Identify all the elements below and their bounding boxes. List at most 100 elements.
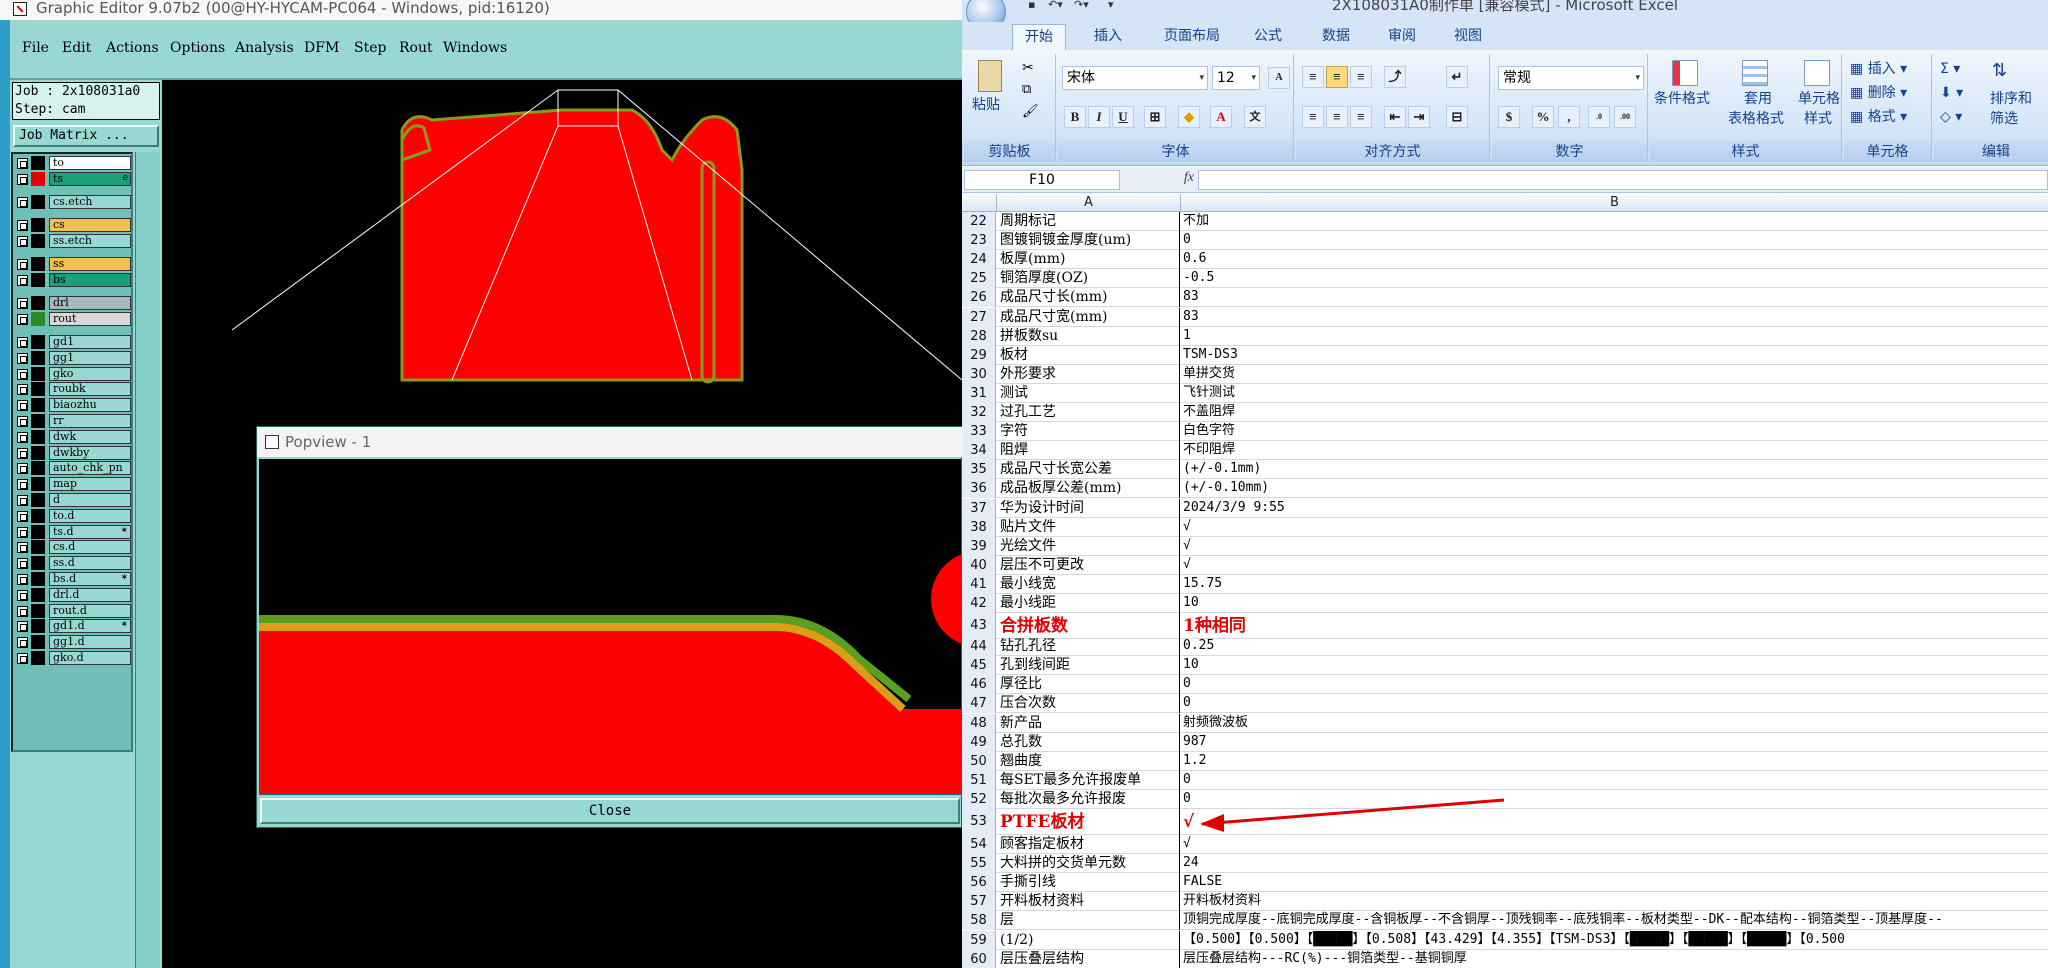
cell-b[interactable]: (+/-0.1mm) — [1181, 460, 2048, 479]
layer-row-dwkby[interactable]: dwkby — [15, 445, 131, 460]
layer-name[interactable]: rout.d — [49, 603, 131, 618]
conditional-format-icon[interactable] — [1672, 60, 1698, 86]
number-format-select[interactable]: 常规 ▾ — [1498, 66, 1644, 90]
layer-checkbox[interactable] — [17, 416, 28, 427]
layer-name[interactable]: ts — [49, 172, 131, 186]
layer-color-swatch[interactable] — [31, 195, 45, 209]
row-number[interactable]: 36 — [962, 479, 996, 499]
decrease-indent-icon[interactable]: ⇤ — [1384, 106, 1406, 128]
layer-row-auto-chk-pn[interactable]: auto_chk_pn — [15, 461, 131, 476]
layer-name[interactable]: auto_chk_pn — [49, 461, 131, 476]
row-number[interactable]: 52 — [962, 789, 996, 809]
layer-color-swatch[interactable] — [31, 651, 45, 665]
clear-icon[interactable]: ◇ ▾ — [1940, 108, 1962, 126]
layer-color-swatch[interactable] — [31, 477, 45, 492]
layer-row-ss-etch[interactable]: ss.etch — [15, 234, 131, 248]
cell-b[interactable]: 【0.500】【0.500】【█████】【0.508】【43.429】【4.3… — [1181, 931, 2048, 950]
cell-a[interactable]: 层压不可更改 — [997, 555, 1180, 575]
layer-color-swatch[interactable] — [31, 156, 45, 170]
tab-4[interactable]: 数据 — [1310, 24, 1362, 48]
insert-function-icon[interactable]: fx — [1128, 170, 1194, 190]
layer-checkbox[interactable] — [17, 479, 28, 491]
layer-row-rr[interactable]: rr — [15, 414, 131, 428]
row-number[interactable]: 35 — [962, 460, 996, 480]
popview-canvas[interactable] — [259, 459, 961, 795]
formula-input[interactable] — [1198, 170, 2048, 190]
layer-row-gd1[interactable]: gd1 — [15, 335, 131, 349]
layer-row-drl-d[interactable]: drl.d — [15, 587, 131, 602]
orientation-icon[interactable]: ⤴ — [1384, 66, 1406, 88]
popview-titlebar[interactable]: Popview - 1 — [257, 427, 963, 457]
cell-b[interactable]: 0 — [1181, 231, 2048, 250]
layer-color-swatch[interactable] — [31, 273, 45, 287]
select-all-corner[interactable] — [962, 194, 997, 212]
layer-color-swatch[interactable] — [31, 524, 45, 539]
layer-checkbox[interactable] — [17, 510, 28, 522]
layer-color-swatch[interactable] — [31, 335, 45, 349]
layer-row-ts[interactable]: ts e — [15, 172, 131, 186]
cell-a[interactable]: 厚径比 — [997, 675, 1180, 695]
cell-a[interactable]: 手撕引线 — [997, 873, 1180, 893]
cell-a[interactable]: 阻焊 — [997, 441, 1180, 461]
cell-a[interactable]: 翘曲度 — [997, 751, 1180, 771]
align-left-icon[interactable]: ≡ — [1302, 106, 1324, 128]
layer-row-rout-d[interactable]: rout.d — [15, 603, 131, 618]
layer-color-swatch[interactable] — [31, 619, 45, 634]
layer-name[interactable]: dwk — [49, 429, 131, 444]
layer-name[interactable]: bs — [49, 273, 131, 287]
row-number[interactable]: 51 — [962, 770, 996, 790]
layer-checkbox[interactable] — [17, 431, 28, 443]
cell-b[interactable]: 飞针测试 — [1181, 384, 2048, 403]
border-icon[interactable]: ⊞ — [1144, 106, 1166, 128]
cell-b[interactable]: √ — [1181, 556, 2048, 575]
layer-name[interactable]: rr — [49, 414, 131, 428]
layer-color-swatch[interactable] — [31, 587, 45, 602]
layer-row-map[interactable]: map — [15, 477, 131, 492]
row-number[interactable]: 53 — [962, 809, 996, 835]
layer-color-swatch[interactable] — [31, 398, 45, 413]
layer-name[interactable]: ss.d — [49, 556, 131, 571]
layer-color-swatch[interactable] — [31, 461, 45, 476]
delete-cells-button[interactable]: ▦ 删除 ▾ — [1850, 84, 1907, 102]
layer-color-swatch[interactable] — [31, 257, 45, 271]
layer-checkbox[interactable] — [17, 314, 28, 325]
row-number[interactable]: 56 — [962, 873, 996, 893]
layer-name[interactable]: roubk — [49, 382, 131, 397]
layer-row-gg1-d[interactable]: gg1.d — [15, 635, 131, 650]
cell-b[interactable]: (+/-0.10mm) — [1181, 479, 2048, 498]
menu-analysis[interactable]: Analysis — [235, 40, 294, 56]
cell-b[interactable]: 顶铜完成厚度--底铜完成厚度--含铜板厚--不含铜厚--顶残铜率--底残铜率--… — [1181, 911, 2048, 930]
layer-name[interactable]: gd1.d — [49, 619, 131, 634]
cell-b[interactable]: 不盖阻焊 — [1181, 403, 2048, 422]
cell-a[interactable]: 光绘文件 — [997, 536, 1180, 556]
cell-b[interactable]: -0.5 — [1181, 269, 2048, 288]
layer-color-swatch[interactable] — [31, 366, 45, 381]
cell-b[interactable]: 不印阻焊 — [1181, 441, 2048, 460]
row-number[interactable]: 30 — [962, 364, 996, 384]
layer-checkbox[interactable] — [17, 236, 28, 247]
layer-color-swatch[interactable] — [31, 635, 45, 650]
layer-row-ts-d[interactable]: ts.d ✶ — [15, 524, 131, 539]
layer-checkbox[interactable] — [17, 605, 28, 617]
layer-color-swatch[interactable] — [31, 172, 45, 186]
save-icon[interactable]: ▪ — [1028, 0, 1035, 10]
layer-name[interactable]: ts.d — [49, 524, 131, 539]
bold-icon[interactable]: B — [1064, 106, 1086, 128]
phonetic-icon[interactable]: 文 — [1244, 106, 1266, 128]
cell-b[interactable]: TSM-DS3 — [1181, 346, 2048, 365]
font-size-select[interactable]: 12 ▾ — [1212, 66, 1260, 90]
cell-style-label-2[interactable]: 样式 — [1804, 110, 1832, 128]
row-number[interactable]: 29 — [962, 345, 996, 365]
increase-decimal-icon[interactable]: .0 — [1588, 106, 1610, 128]
cell-a[interactable]: 最小线宽 — [997, 574, 1180, 594]
table-format-label-2[interactable]: 表格格式 — [1728, 110, 1784, 128]
layer-color-swatch[interactable] — [31, 540, 45, 555]
align-middle-icon[interactable]: ≡ — [1326, 66, 1348, 88]
row-number[interactable]: 23 — [962, 231, 996, 251]
layer-name[interactable]: cs — [49, 218, 131, 232]
cell-a[interactable]: 开料板材资料 — [997, 892, 1180, 912]
layer-row-cs-d[interactable]: cs.d — [15, 540, 131, 555]
align-center-icon[interactable]: ≡ — [1326, 106, 1348, 128]
merge-center-icon[interactable]: ⊟ — [1446, 106, 1468, 128]
cell-b[interactable]: 10 — [1181, 594, 2048, 613]
